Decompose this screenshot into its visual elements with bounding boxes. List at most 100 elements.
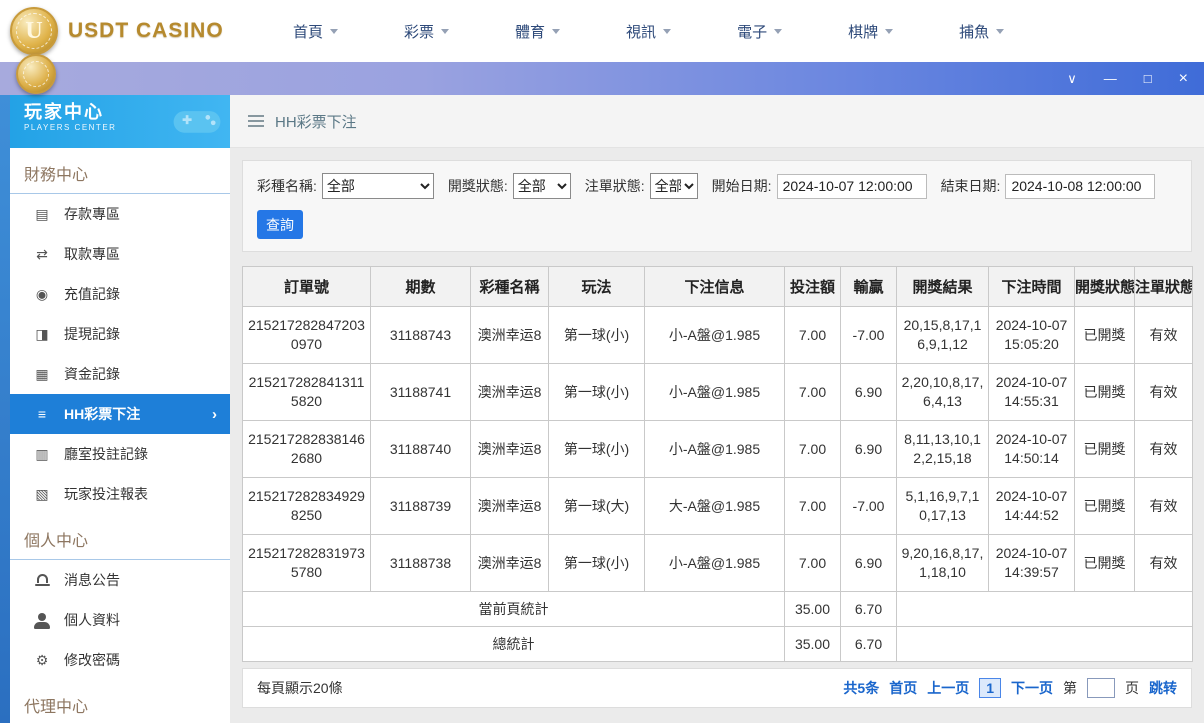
order-status-label: 注單狀態: [584,178,645,194]
order-status-select[interactable]: 全部 [649,173,698,199]
nav-item-cards[interactable]: 棋牌 [815,0,926,62]
table-cell: 6.90 [840,420,897,478]
total-count-text: 共5条 [843,680,880,696]
chevron-down-icon [996,28,1005,34]
sidebar-header: 玩家中心 PLAYERS CENTER [10,95,230,148]
table-cell: 澳洲幸运8 [470,363,549,421]
chevron-down-icon [885,28,894,34]
person-icon [34,612,50,629]
table-cell: 第一球(小) [548,306,645,364]
sidebar-item-player-bet-report[interactable]: ▧ 玩家投注報表 [10,474,230,514]
sidebar-item-label: 個人資料 [64,612,120,628]
summary-empty [896,591,1193,627]
sidebar-item-cashout-record[interactable]: ◨ 提現記錄 [10,314,230,354]
start-date-label: 開始日期: [711,178,772,194]
main-nav: 首頁 彩票 體育 視訊 電子 棋牌 捕魚 [260,0,1037,62]
sidebar-item-hall-bet-record[interactable]: ▥ 廳室投註記錄 [10,434,230,474]
sidebar-item-profile[interactable]: 個人資料 [10,600,230,640]
end-date-label: 結束日期: [940,178,1001,194]
table-cell: 澳洲幸运8 [470,534,549,592]
draw-status-label: 開獎狀態: [447,178,508,194]
table-cell: 7.00 [784,306,841,364]
table-cell: 31188738 [370,534,471,592]
left-edge-strip [0,95,10,723]
window-maximize-icon[interactable]: □ [1144,72,1152,85]
nav-label: 棋牌 [848,23,879,41]
search-button[interactable]: 查詢 [257,210,303,239]
end-date-input[interactable] [1005,173,1156,199]
table-cell: 31188739 [370,477,471,535]
chevron-down-icon [552,28,561,34]
first-page-link[interactable]: 首页 [889,678,917,698]
table-cell: 澳洲幸运8 [470,420,549,478]
window-minimize-icon[interactable]: — [1104,72,1117,85]
sidebar-item-withdraw[interactable]: ⇄ 取款專區 [10,234,230,274]
table-cell: 第一球(小) [548,420,645,478]
sidebar: 玩家中心 PLAYERS CENTER 財務中心 ▤ 存款專區 ⇄ 取款專區 ◉… [10,95,230,723]
nav-item-sports[interactable]: 體育 [482,0,593,62]
table-cell: 2152172828472030970 [242,306,371,364]
start-date-input[interactable] [776,173,927,199]
table-cell: 6.90 [840,363,897,421]
draw-status-select[interactable]: 全部 [512,173,571,199]
gamepad-graphic [173,111,221,133]
current-page-badge[interactable]: 1 [979,678,1001,698]
nav-item-home[interactable]: 首頁 [260,0,371,62]
table-cell: 已開獎 [1074,534,1135,592]
logo[interactable]: U USDT CASINO [0,7,232,55]
chevron-down-icon [441,28,450,34]
next-page-link[interactable]: 下一页 [1011,678,1053,698]
section-title-agent: 代理中心 [24,699,89,716]
table-cell: 有效 [1134,306,1193,364]
page-jump-input[interactable] [1087,678,1115,698]
section-title-personal: 個人中心 [10,514,230,560]
column-header: 開獎狀態 [1074,266,1135,307]
table-cell: 第一球(大) [548,477,645,535]
table-cell: 2024-10-07 14:44:52 [988,477,1075,535]
page-size-text: 每頁顯示20條 [257,680,343,696]
jump-button[interactable]: 跳转 [1149,678,1177,698]
sidebar-item-change-password[interactable]: ⚙ 修改密碼 [10,640,230,680]
sidebar-item-hh-lottery-bets[interactable]: ≡ HH彩票下注 › [10,394,230,434]
prev-page-link[interactable]: 上一页 [927,678,969,698]
table-cell: 大-A盤@1.985 [644,477,785,535]
hall-bet-record-icon: ▥ [35,445,49,462]
chevron-right-icon: › [212,405,217,423]
table-cell: 8,11,13,10,12,2,15,18 [896,420,989,478]
table-cell: 7.00 [784,534,841,592]
table-cell: 澳洲幸运8 [470,477,549,535]
table-cell: 小-A盤@1.985 [644,363,785,421]
top-navbar: U USDT CASINO 首頁 彩票 體育 視訊 電子 棋牌 捕魚 [0,0,1204,62]
table-cell: 9,20,16,8,17,1,18,10 [896,534,989,592]
summary-bet-total: 35.00 [784,591,841,627]
recharge-record-icon: ◉ [35,285,49,302]
menu-toggle-icon[interactable] [248,115,264,127]
nav-label: 視訊 [626,23,657,41]
table-cell: 2152172828349298250 [242,477,371,535]
sidebar-item-funds-record[interactable]: ▦ 資金記錄 [10,354,230,394]
sidebar-item-deposit[interactable]: ▤ 存款專區 [10,194,230,234]
window-collapse-icon[interactable]: ∨ [1067,72,1077,85]
nav-item-live[interactable]: 視訊 [593,0,704,62]
nav-item-lottery[interactable]: 彩票 [371,0,482,62]
table-cell: 已開獎 [1074,420,1135,478]
lottery-name-select[interactable]: 全部 [321,173,434,199]
nav-item-fishing[interactable]: 捕魚 [926,0,1037,62]
column-header: 投注額 [784,266,841,307]
lottery-name-label: 彩種名稱: [257,178,317,194]
sidebar-item-label: 消息公告 [64,572,120,588]
table-cell: 第一球(小) [548,363,645,421]
sidebar-item-announcements[interactable]: 消息公告 [10,560,230,600]
sidebar-item-label: HH彩票下注 [64,406,141,422]
window-close-icon[interactable]: × [1179,70,1188,87]
table-cell: 5,1,16,9,7,10,17,13 [896,477,989,535]
nav-item-slots[interactable]: 電子 [704,0,815,62]
table-cell: 已開獎 [1074,477,1135,535]
lottery-bets-icon: ≡ [37,406,47,422]
table-cell: 已開獎 [1074,363,1135,421]
chevron-down-icon [663,28,672,34]
summary-bet-total: 35.00 [784,626,841,662]
table-cell: 2024-10-07 14:50:14 [988,420,1075,478]
sidebar-item-recharge-record[interactable]: ◉ 充值記錄 [10,274,230,314]
table-cell: 2024-10-07 14:55:31 [988,363,1075,421]
